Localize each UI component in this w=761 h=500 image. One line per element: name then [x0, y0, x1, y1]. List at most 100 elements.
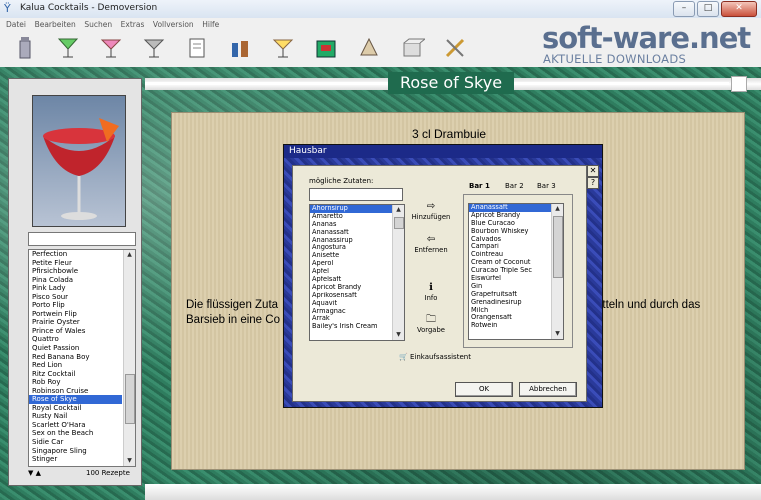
zutaten-list-item[interactable]: Aperol — [310, 260, 393, 268]
scroll-thumb[interactable] — [125, 374, 135, 424]
bar-list[interactable]: Ananassaft Apricot Brandy Blue Curacao Bour… — [468, 203, 564, 340]
cocktail-icon[interactable] — [98, 35, 124, 61]
cocktail-list-item[interactable]: Stinger — [29, 455, 122, 464]
cocktail-list-item[interactable]: Porto Flip — [29, 301, 122, 310]
zutaten-list-item[interactable]: Ahornsirup — [310, 205, 393, 213]
bar-list-item[interactable]: Calvados — [469, 236, 552, 244]
menu-vollversion[interactable]: Vollversion — [153, 18, 194, 31]
zutaten-scroll-down-icon[interactable]: ▼ — [393, 330, 404, 340]
menu-suchen[interactable]: Suchen — [84, 18, 112, 31]
cocktail-list-item[interactable]: Scarlett O'Hara — [29, 421, 122, 430]
zutaten-list-item[interactable]: Amaretto — [310, 213, 393, 221]
cocktail-list-item[interactable]: Robinson Cruise — [29, 387, 122, 396]
bar-list-item[interactable]: Ananassaft — [469, 204, 552, 212]
nav-up-icon[interactable]: ▲ — [36, 469, 41, 477]
zutaten-scroll-thumb[interactable] — [394, 217, 404, 229]
cocktail-list-scrollbar[interactable]: ▲ ▼ — [123, 250, 135, 466]
cocktail-list-item[interactable]: Rob Roy — [29, 378, 122, 387]
bar-list-item[interactable]: Campari — [469, 243, 552, 251]
zutaten-list-item[interactable]: Apricot Brandy — [310, 284, 393, 292]
zutaten-list-item[interactable]: Armagnac — [310, 308, 393, 316]
bar-list-item[interactable]: Eiswürfel — [469, 275, 552, 283]
zutaten-scroll-up-icon[interactable]: ▲ — [393, 205, 404, 215]
zutaten-list-item[interactable]: Aprikosensaft — [310, 292, 393, 300]
bar-list-item[interactable]: Gin — [469, 283, 552, 291]
bar-list-item[interactable]: Cointreau — [469, 251, 552, 259]
tools-icon[interactable] — [442, 35, 468, 61]
bar-scroll-up-icon[interactable]: ▲ — [552, 204, 563, 214]
cocktail-list-item[interactable]: Prairie Oyster — [29, 318, 122, 327]
scroll-down-arrow-icon[interactable]: ▼ — [124, 456, 135, 466]
tab-bar-3[interactable]: Bar 3 — [537, 182, 556, 190]
zutaten-list-item[interactable]: Aquavit — [310, 300, 393, 308]
tab-bar-1[interactable]: Bar 1 — [469, 182, 490, 190]
cocktail-list-item[interactable]: Pisco Sour — [29, 293, 122, 302]
cocktail-list-item[interactable]: Rose of Skye — [29, 395, 122, 404]
cocktail-list-item[interactable]: Pink Lady — [29, 284, 122, 293]
menu-extras[interactable]: Extras — [121, 18, 145, 31]
zutaten-list-item[interactable]: Apfel — [310, 268, 393, 276]
bar-list-item[interactable]: Milch — [469, 307, 552, 315]
scroll-up-arrow-icon[interactable]: ▲ — [124, 250, 135, 260]
zutaten-list-item[interactable]: Angostura — [310, 244, 393, 252]
bar-list-item[interactable]: Blue Curacao — [469, 220, 552, 228]
cocktail-list-item[interactable]: Prince of Wales — [29, 327, 122, 336]
bar-list-item[interactable]: Rotwein — [469, 322, 552, 330]
bar-list-item[interactable]: Cream of Coconut — [469, 259, 552, 267]
bar-list-item[interactable]: Grenadinesirup — [469, 299, 552, 307]
shaker-icon[interactable] — [12, 35, 38, 61]
cocktail-list-item[interactable]: Rusty Nail — [29, 412, 122, 421]
bar-list-item[interactable]: Grapefruitsaft — [469, 291, 552, 299]
zutaten-list-item[interactable]: Anisette — [310, 252, 393, 260]
zutaten-list[interactable]: Ahornsirup Amaretto Ananas Ananassaft Ananas… — [309, 204, 405, 341]
cocktail-list-item[interactable]: Sidie Car — [29, 438, 122, 447]
cocktail-list-item[interactable]: Portwein Flip — [29, 310, 122, 319]
zutaten-search-input[interactable] — [309, 188, 403, 201]
cocktail-list-item[interactable]: Quiet Passion — [29, 344, 122, 353]
shopping-assistant-button[interactable]: 🛒 Einkaufsassistent — [399, 353, 471, 361]
cocktail-list-item[interactable]: Sex on the Beach — [29, 429, 122, 438]
cocktail-list-item[interactable]: Perfection — [29, 250, 122, 259]
remove-button[interactable]: ⇦ Entfernen — [409, 234, 453, 254]
cocktail-list-item[interactable]: Petite Fleur — [29, 259, 122, 268]
maximize-button[interactable]: □ — [697, 1, 719, 17]
cocktail-list[interactable]: Perfection Petite Fleur Pfirsichbowle Pina … — [28, 249, 136, 467]
cocktail-list-item[interactable]: Singapore Sling — [29, 447, 122, 456]
bar-glass-icon[interactable] — [270, 35, 296, 61]
bar-list-item[interactable]: Orangensaft — [469, 314, 552, 322]
register-icon[interactable] — [313, 35, 339, 61]
zutaten-list-item[interactable]: Arrak — [310, 315, 393, 323]
menu-hilfe[interactable]: Hilfe — [202, 18, 219, 31]
cocktail-list-item[interactable]: Red Banana Boy — [29, 353, 122, 362]
bar-scroll-down-icon[interactable]: ▼ — [552, 329, 563, 339]
zutaten-list-item[interactable]: Ananassaft — [310, 229, 393, 237]
zutaten-list-item[interactable]: Ananassirup — [310, 237, 393, 245]
cocktail2-icon[interactable] — [141, 35, 167, 61]
nav-down-icon[interactable]: ▼ — [28, 469, 33, 477]
bar-list-item[interactable]: Bourbon Whiskey — [469, 228, 552, 236]
menu-bearbeiten[interactable]: Bearbeiten — [35, 18, 76, 31]
add-button[interactable]: ⇨ Hinzufügen — [409, 201, 453, 221]
cocktail-list-item[interactable]: Ritz Cocktail — [29, 370, 122, 379]
glass-icon[interactable] — [55, 35, 81, 61]
cocktail-list-item[interactable]: Pina Colada — [29, 276, 122, 285]
shopping-icon[interactable] — [356, 35, 382, 61]
dialog-help-icon[interactable]: ? — [587, 177, 599, 189]
minimize-button[interactable]: – — [673, 1, 695, 17]
recipe-icon[interactable] — [184, 35, 210, 61]
cancel-button[interactable]: Abbrechen — [519, 382, 577, 397]
box-icon[interactable] — [399, 35, 425, 61]
close-button[interactable]: ✕ — [721, 1, 757, 17]
cocktail-list-item[interactable]: Red Lion — [29, 361, 122, 370]
dialog-close-icon[interactable]: ✕ — [587, 165, 599, 177]
ok-button[interactable]: OK — [455, 382, 513, 397]
cocktail-list-item[interactable]: Royal Cocktail — [29, 404, 122, 413]
bar-list-item[interactable]: Apricot Brandy — [469, 212, 552, 220]
zutaten-list-item[interactable]: Ananas — [310, 221, 393, 229]
zutaten-list-item[interactable]: Bailey's Irish Cream — [310, 323, 393, 331]
info-button[interactable]: ℹ Info — [409, 282, 453, 302]
cocktail-list-item[interactable]: Quattro — [29, 335, 122, 344]
bar-scrollbar[interactable]: ▲ ▼ — [551, 204, 563, 339]
bottles-icon[interactable] — [227, 35, 253, 61]
cocktail-list-item[interactable]: Pfirsichbowle — [29, 267, 122, 276]
